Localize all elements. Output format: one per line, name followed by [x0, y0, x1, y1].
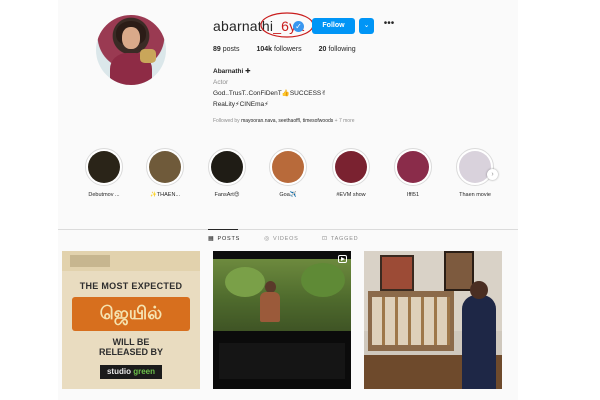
highlight-item[interactable]: Goa✈️	[263, 148, 313, 198]
poster-title: ஜெயில்	[72, 297, 190, 331]
follow-button[interactable]: Follow	[312, 18, 355, 34]
profile-stats: 89 posts 104k followers 20 following	[213, 46, 356, 53]
highlight-cover	[397, 151, 429, 183]
highlight-label: FansArt😍	[214, 192, 240, 198]
tag-icon: ⊡	[322, 236, 328, 242]
highlight-item[interactable]: Debutmov ...	[79, 148, 129, 198]
post-tile[interactable]	[213, 251, 351, 389]
standing-person	[462, 295, 496, 389]
studio-prefix: studio	[106, 367, 134, 376]
highlight-cover	[272, 151, 304, 183]
highlight-item[interactable]: IffI51	[388, 148, 438, 198]
tabs-divider	[58, 229, 518, 230]
person-body	[260, 292, 280, 322]
more-options-icon[interactable]: •••	[382, 18, 396, 34]
posts-label: posts	[222, 46, 240, 53]
wall-portrait-frame	[380, 255, 414, 291]
highlight-ring	[269, 148, 307, 186]
highlight-cover	[335, 151, 367, 183]
highlight-label: ✨THAEN...	[149, 192, 181, 198]
post-tile[interactable]	[364, 251, 502, 389]
bio-line-2: ReaLity⚡CINEma⚡	[213, 101, 269, 108]
video-indicator-icon	[338, 255, 347, 263]
highlight-label: Goa✈️	[279, 192, 297, 198]
followed-by-names: mayooran.nava, seethaoffl, timesofwoods	[241, 118, 334, 124]
studio-green-logo: studio green	[100, 365, 162, 379]
highlight-ring	[456, 148, 494, 186]
followed-by-more: + 7 more	[333, 118, 355, 124]
highlight-ring	[394, 148, 432, 186]
highlight-cover	[459, 151, 491, 183]
wall-portrait-frame	[444, 251, 474, 291]
highlight-ring	[208, 148, 246, 186]
avatar-held-object	[140, 49, 156, 63]
bio-line-1: God..TrusT..ConFiDenT👍SUCCESS✌	[213, 90, 327, 97]
poster-released-by: RELEASED BY	[98, 347, 163, 357]
post-tile[interactable]: THE MOST EXPECTED ஜெயில் WILL BE RELEASE…	[62, 251, 200, 389]
awards-display	[372, 297, 450, 345]
highlight-ring	[332, 148, 370, 186]
tab-posts-label: POSTS	[217, 235, 241, 242]
tab-videos[interactable]: ◎ VIDEOS	[264, 235, 299, 243]
highlights-next-icon[interactable]: ›	[487, 169, 498, 180]
highlight-item[interactable]: FansArt😍	[202, 148, 252, 198]
poster-headline: THE MOST EXPECTED	[79, 281, 183, 291]
poster-will-be: WILL BE	[112, 337, 150, 347]
highlight-label: IffI51	[406, 192, 420, 198]
suggested-dropdown-button[interactable]: ⌄	[359, 18, 374, 34]
followed-by-prefix: Followed by	[213, 118, 242, 124]
following-count: 20	[318, 46, 327, 53]
highlight-label: #EVM show	[336, 192, 366, 198]
active-tab-indicator	[208, 229, 238, 230]
followers-label: followers	[274, 46, 302, 53]
poster-logo	[70, 255, 110, 267]
person-head	[470, 281, 488, 299]
studio-suffix: green	[133, 367, 155, 376]
avatar-face	[122, 27, 140, 49]
highlight-cover	[88, 151, 120, 183]
bio-full-name: Abarnathi ✚	[213, 68, 251, 75]
poster-release-text: WILL BE RELEASED BY	[62, 337, 200, 357]
video-person	[257, 281, 283, 333]
highlight-cover	[211, 151, 243, 183]
highlight-ring	[146, 148, 184, 186]
highlight-item[interactable]: ✨THAEN...	[140, 148, 190, 198]
posts-count: 89	[213, 46, 221, 53]
followed-by-text[interactable]: Followed by mayooran.nava, seethaoffl, t…	[213, 118, 355, 124]
foliage-shape	[301, 263, 345, 297]
tab-tagged[interactable]: ⊡ TAGGED	[322, 235, 359, 243]
bio-category: Actor	[213, 79, 229, 86]
followers-stat[interactable]: 104k followers	[256, 46, 301, 53]
following-label: following	[328, 46, 356, 53]
profile-avatar[interactable]	[96, 15, 166, 85]
video-tab-icon: ◎	[264, 236, 271, 242]
verified-badge-icon: ✓	[293, 21, 304, 32]
highlight-label: Debutmov ...	[88, 192, 120, 198]
highlight-cover	[149, 151, 181, 183]
tab-tagged-label: TAGGED	[330, 235, 359, 242]
tab-videos-label: VIDEOS	[273, 235, 299, 242]
highlight-label: Thaen movie	[459, 192, 491, 198]
tab-posts[interactable]: ▦ POSTS	[208, 235, 241, 243]
followers-count: 104k	[256, 46, 273, 53]
highlight-ring	[85, 148, 123, 186]
posts-stat: 89 posts	[213, 46, 239, 53]
profile-bio: Abarnathi ✚ Actor God..TrusT..ConFiDenT👍…	[213, 66, 413, 110]
grid-icon: ▦	[208, 236, 215, 242]
highlight-item[interactable]: #EVM show	[326, 148, 376, 198]
red-circle-annotation	[260, 12, 314, 38]
video-screen	[219, 343, 345, 379]
following-stat[interactable]: 20 following	[319, 46, 356, 53]
